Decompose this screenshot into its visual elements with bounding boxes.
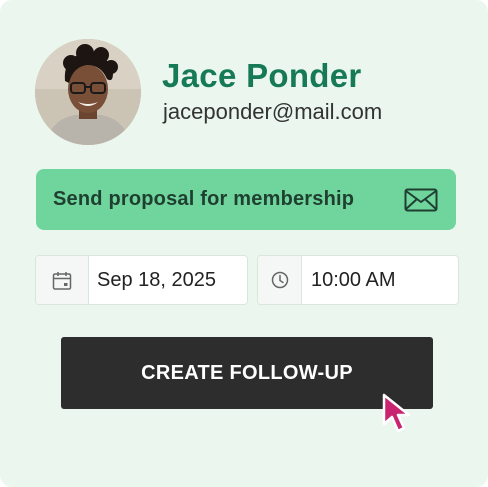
mouse-pointer-icon xyxy=(382,393,411,433)
person-photo-icon xyxy=(35,39,141,145)
date-value: Sep 18, 2025 xyxy=(97,269,216,291)
contact-name: Jace Ponder xyxy=(162,57,362,94)
time-icon-cell[interactable] xyxy=(258,256,302,304)
avatar xyxy=(35,39,141,145)
send-proposal-label: Send proposal for membership xyxy=(53,188,355,210)
calendar-icon xyxy=(52,272,72,290)
date-icon-cell[interactable] xyxy=(36,256,89,304)
time-value: 10:00 AM xyxy=(311,269,396,291)
contact-email: jaceponder@mail.com xyxy=(163,99,383,124)
clock-icon xyxy=(271,271,289,289)
follow-up-card: Jace Ponder jaceponder@mail.com Send pro… xyxy=(0,0,488,487)
send-proposal-button[interactable]: Send proposal for membership xyxy=(36,169,456,230)
time-field[interactable]: 10:00 AM xyxy=(257,255,459,305)
create-follow-up-button[interactable]: CREATE FOLLOW-UP xyxy=(61,337,433,409)
date-field[interactable]: Sep 18, 2025 xyxy=(35,255,248,305)
create-follow-up-label: CREATE FOLLOW-UP xyxy=(141,362,353,384)
envelope-icon xyxy=(404,188,438,212)
